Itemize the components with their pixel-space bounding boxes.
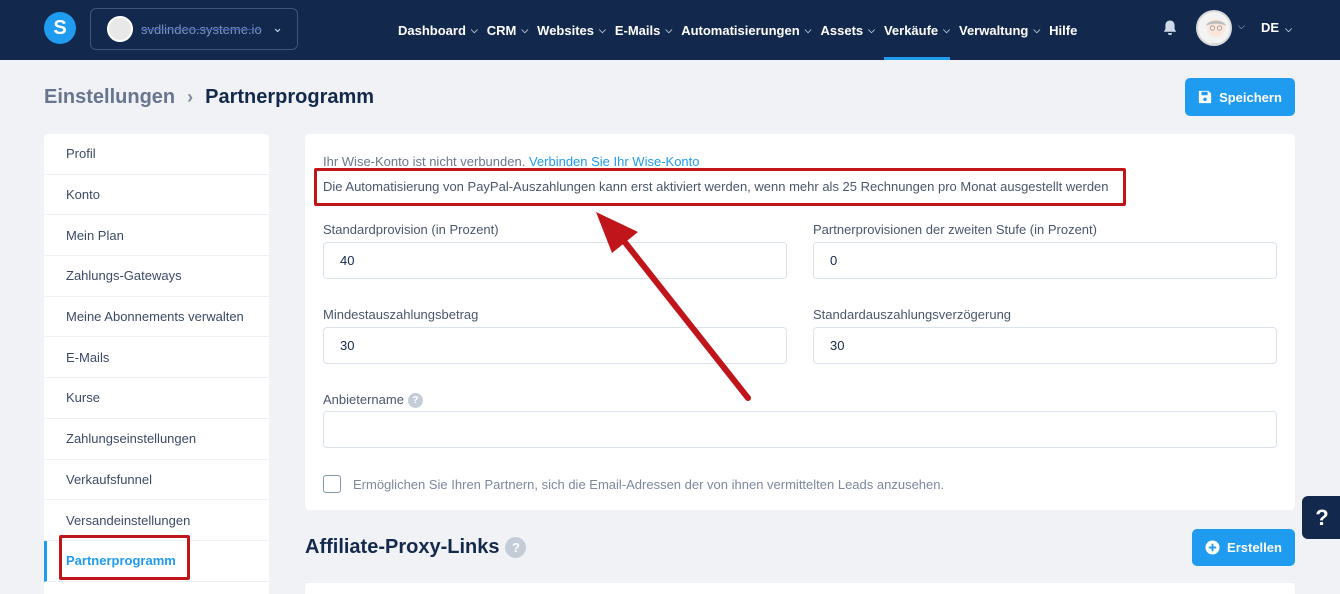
create-button[interactable]: Erstellen bbox=[1192, 529, 1295, 566]
chevron-down-icon: ⌵ bbox=[521, 24, 529, 35]
provider-name-input[interactable] bbox=[323, 411, 1277, 448]
nav-item-assets[interactable]: Assets ⌵ bbox=[820, 0, 874, 60]
chevron-down-icon: ⌵ bbox=[599, 24, 606, 35]
default-commission-input[interactable]: 40 bbox=[323, 242, 787, 279]
sidebar-item-label: Mein Plan bbox=[66, 227, 124, 243]
sidebar-item-mein-plan[interactable]: Mein Plan bbox=[44, 215, 269, 257]
user-avatar[interactable] bbox=[1196, 10, 1232, 46]
affiliate-proxy-links-heading: Affiliate-Proxy-Links? bbox=[305, 536, 527, 559]
min-payout-label: Mindestauszahlungsbetrag bbox=[323, 307, 479, 322]
chevron-down-icon: ⌵ bbox=[1285, 24, 1292, 34]
help-icon[interactable]: ? bbox=[407, 393, 423, 409]
account-avatar bbox=[107, 16, 133, 42]
chevron-down-icon[interactable]: ⌵ bbox=[1238, 21, 1245, 32]
bell-icon[interactable] bbox=[1160, 18, 1180, 38]
sidebar-item-zahlungs-gateways[interactable]: Zahlungs-Gateways bbox=[44, 256, 269, 297]
sidebar-item-kurse[interactable]: Kurse bbox=[44, 378, 269, 419]
nav-label: Verwaltung bbox=[958, 22, 1029, 38]
nav-label: Dashboard bbox=[398, 22, 466, 38]
language-switcher[interactable]: DE ⌵ bbox=[1261, 20, 1292, 35]
sidebar-item-label: Zahlungseinstellungen bbox=[66, 431, 197, 447]
sidebar-item-zahlungseinstellungen[interactable]: Zahlungseinstellungen bbox=[44, 419, 269, 460]
nav-label: CRM bbox=[486, 22, 517, 38]
min-payout-input[interactable]: 30 bbox=[323, 327, 787, 364]
nav-label: Hilfe bbox=[1049, 22, 1078, 38]
sidebar-item-label: Profil bbox=[66, 146, 96, 162]
annotation-highlight-notice bbox=[314, 168, 1126, 206]
sidebar-item-label: E-Mails bbox=[66, 349, 110, 365]
nav-label: Verkäufe bbox=[883, 22, 939, 38]
language-label: DE bbox=[1261, 20, 1280, 35]
chevron-down-icon: ⌵ bbox=[665, 24, 673, 35]
default-commission-label: Standardprovision (in Prozent) bbox=[323, 222, 499, 237]
affiliate-links-card bbox=[305, 583, 1295, 594]
nav-item-emails[interactable]: E-Mails ⌵ bbox=[615, 0, 672, 60]
save-label: Speichern bbox=[1219, 89, 1282, 105]
second-tier-commission-input[interactable]: 0 bbox=[813, 242, 1277, 279]
chevron-right-icon: › bbox=[187, 87, 194, 107]
sidebar-item-label: Meine Abonnements verwalten bbox=[66, 309, 244, 325]
chevron-down-icon: ⌄ bbox=[272, 20, 283, 35]
settings-sidebar: Profil Konto Mein Plan Zahlungs-Gateways… bbox=[44, 134, 269, 594]
nav-label: Websites bbox=[537, 22, 595, 38]
sidebar-item-label: Zahlungs-Gateways bbox=[66, 268, 182, 284]
sidebar-item-konto[interactable]: Konto bbox=[44, 175, 269, 216]
chevron-down-icon: ⌵ bbox=[470, 24, 478, 35]
breadcrumb: Einstellungen › Partnerprogramm bbox=[44, 86, 374, 109]
sidebar-item-emails[interactable]: E-Mails bbox=[44, 337, 269, 379]
nav-item-automatisierungen[interactable]: Automatisierungen ⌵ bbox=[681, 0, 811, 60]
nav-label: E-Mails bbox=[614, 22, 661, 38]
section-title: Affiliate-Proxy-Links bbox=[305, 536, 500, 558]
sidebar-item-abonnements[interactable]: Meine Abonnements verwalten bbox=[44, 297, 269, 338]
breadcrumb-parent[interactable]: Einstellungen bbox=[44, 86, 175, 109]
sidebar-item-label: Kurse bbox=[66, 390, 100, 406]
floppy-disk-icon bbox=[1198, 90, 1212, 104]
show-lead-emails-label: Ermöglichen Sie Ihren Partnern, sich die… bbox=[353, 477, 945, 492]
avatar-illustration bbox=[1206, 19, 1226, 44]
chevron-down-icon: ⌵ bbox=[804, 24, 812, 35]
provider-name-label-text: Anbietername bbox=[323, 392, 404, 407]
payout-delay-label: Standardauszahlungsverzögerung bbox=[813, 307, 1012, 322]
nav-item-verwaltung[interactable]: Verwaltung ⌵ bbox=[959, 0, 1040, 60]
show-lead-emails-checkbox[interactable] bbox=[323, 475, 341, 493]
account-domain: svdlindeo.systeme.io bbox=[141, 21, 262, 37]
page-title: Partnerprogramm bbox=[205, 86, 375, 108]
main-nav: Dashboard ⌵ CRM ⌵ Websites ⌵ E-Mails ⌵ Autom… bbox=[398, 0, 1086, 60]
sidebar-item-verkaufsfunnel[interactable]: Verkaufsfunnel bbox=[44, 460, 269, 501]
nav-label: Automatisierungen bbox=[681, 22, 800, 38]
account-switcher[interactable]: svdlindeo.systeme.io ⌄ bbox=[90, 8, 298, 50]
plus-circle-icon bbox=[1205, 540, 1220, 555]
sidebar-item-label: Versandeinstellungen bbox=[66, 512, 191, 528]
annotation-highlight-sidebar bbox=[59, 535, 190, 580]
connect-wise-link[interactable]: Verbinden Sie Ihr Wise-Konto bbox=[529, 154, 700, 169]
payout-delay-input[interactable]: 30 bbox=[813, 327, 1277, 364]
chevron-down-icon: ⌵ bbox=[1033, 24, 1041, 35]
create-label: Erstellen bbox=[1227, 540, 1282, 555]
wise-status-text: Ihr Wise-Konto ist nicht verbunden. bbox=[323, 154, 526, 169]
nav-label: Assets bbox=[820, 22, 864, 38]
help-icon[interactable]: ? bbox=[505, 537, 527, 558]
sidebar-item-label: Konto bbox=[66, 187, 100, 203]
sidebar-item-label: Verkaufsfunnel bbox=[66, 471, 153, 487]
nav-item-verkaeufe[interactable]: Verkäufe ⌵ bbox=[883, 0, 951, 60]
save-button[interactable]: Speichern bbox=[1185, 78, 1295, 116]
provider-name-label: Anbietername? bbox=[323, 392, 423, 409]
nav-item-dashboard[interactable]: Dashboard ⌵ bbox=[398, 0, 478, 60]
nav-item-hilfe[interactable]: Hilfe bbox=[1049, 0, 1077, 60]
chevron-down-icon: ⌵ bbox=[868, 24, 875, 35]
second-tier-commission-label: Partnerprovisionen der zweiten Stufe (in… bbox=[813, 222, 1097, 237]
nav-item-crm[interactable]: CRM ⌵ bbox=[487, 0, 528, 60]
chevron-down-icon: ⌵ bbox=[943, 24, 950, 35]
top-navigation: S svdlindeo.systeme.io ⌄ Dashboard ⌵ CRM ⌵… bbox=[0, 0, 1340, 60]
nav-item-websites[interactable]: Websites ⌵ bbox=[537, 0, 606, 60]
help-widget-button[interactable]: ? bbox=[1302, 496, 1340, 539]
systeme-logo[interactable]: S bbox=[44, 12, 76, 44]
wise-status: Ihr Wise-Konto ist nicht verbunden. Verb… bbox=[323, 154, 700, 169]
sidebar-item-profil[interactable]: Profil bbox=[44, 134, 269, 175]
